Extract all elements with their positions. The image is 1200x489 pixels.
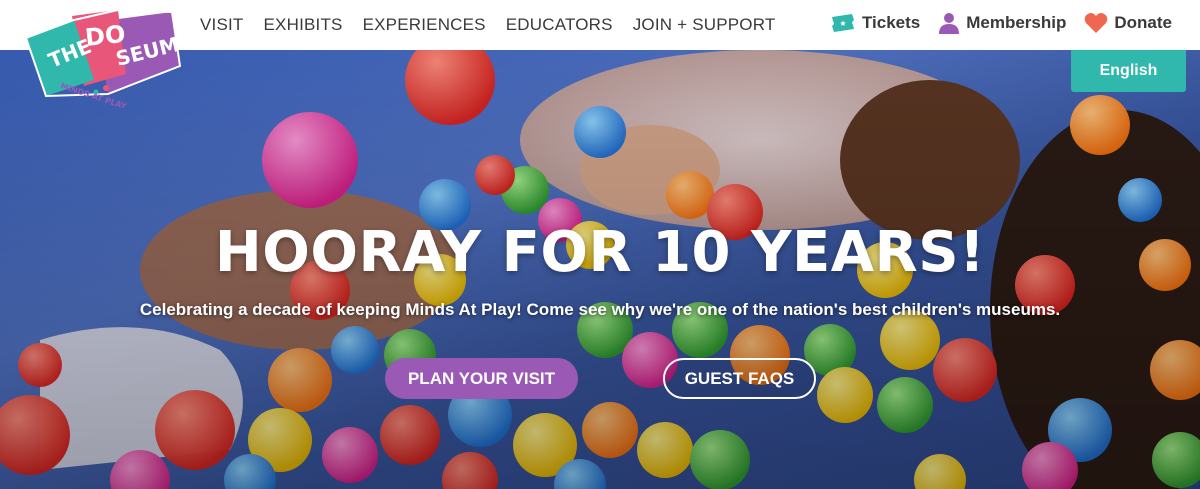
- donate-link[interactable]: Donate: [1084, 12, 1172, 34]
- language-button[interactable]: English: [1071, 50, 1186, 92]
- nav-item-join-support[interactable]: JOIN + SUPPORT: [633, 15, 776, 35]
- nav-item-exhibits[interactable]: EXHIBITS: [264, 15, 343, 35]
- membership-link[interactable]: Membership: [938, 12, 1066, 34]
- hero-title: HOORAY FOR 10 YEARS!: [214, 220, 986, 285]
- membership-label: Membership: [966, 13, 1067, 32]
- svg-text:★: ★: [839, 19, 846, 28]
- utility-nav: ★ Tickets Membership Donate: [812, 0, 1172, 46]
- hero-subtitle: Celebrating a decade of keeping Minds At…: [139, 300, 1061, 319]
- nav-item-educators[interactable]: EDUCATORS: [506, 15, 613, 35]
- person-icon: [938, 12, 960, 34]
- tickets-link[interactable]: ★ Tickets: [830, 13, 920, 33]
- nav-item-experiences[interactable]: EXPERIENCES: [363, 15, 486, 35]
- heart-icon: [1084, 12, 1108, 34]
- donate-label: Donate: [1114, 13, 1172, 32]
- nav-item-visit[interactable]: VISIT: [200, 15, 244, 35]
- tickets-label: Tickets: [861, 13, 921, 32]
- main-nav: VISIT EXHIBITS EXPERIENCES EDUCATORS JOI…: [200, 0, 795, 50]
- plan-your-visit-button[interactable]: PLAN YOUR VISIT: [385, 358, 578, 399]
- site-logo[interactable]: THE DO SEUM MINDS AT PLAY: [22, 8, 182, 111]
- hero-section: English HOORAY FOR 10 YEARS! Celebrating…: [0, 50, 1200, 489]
- ticket-icon: ★: [830, 14, 856, 32]
- guest-faqs-button[interactable]: GUEST FAQS: [663, 358, 816, 399]
